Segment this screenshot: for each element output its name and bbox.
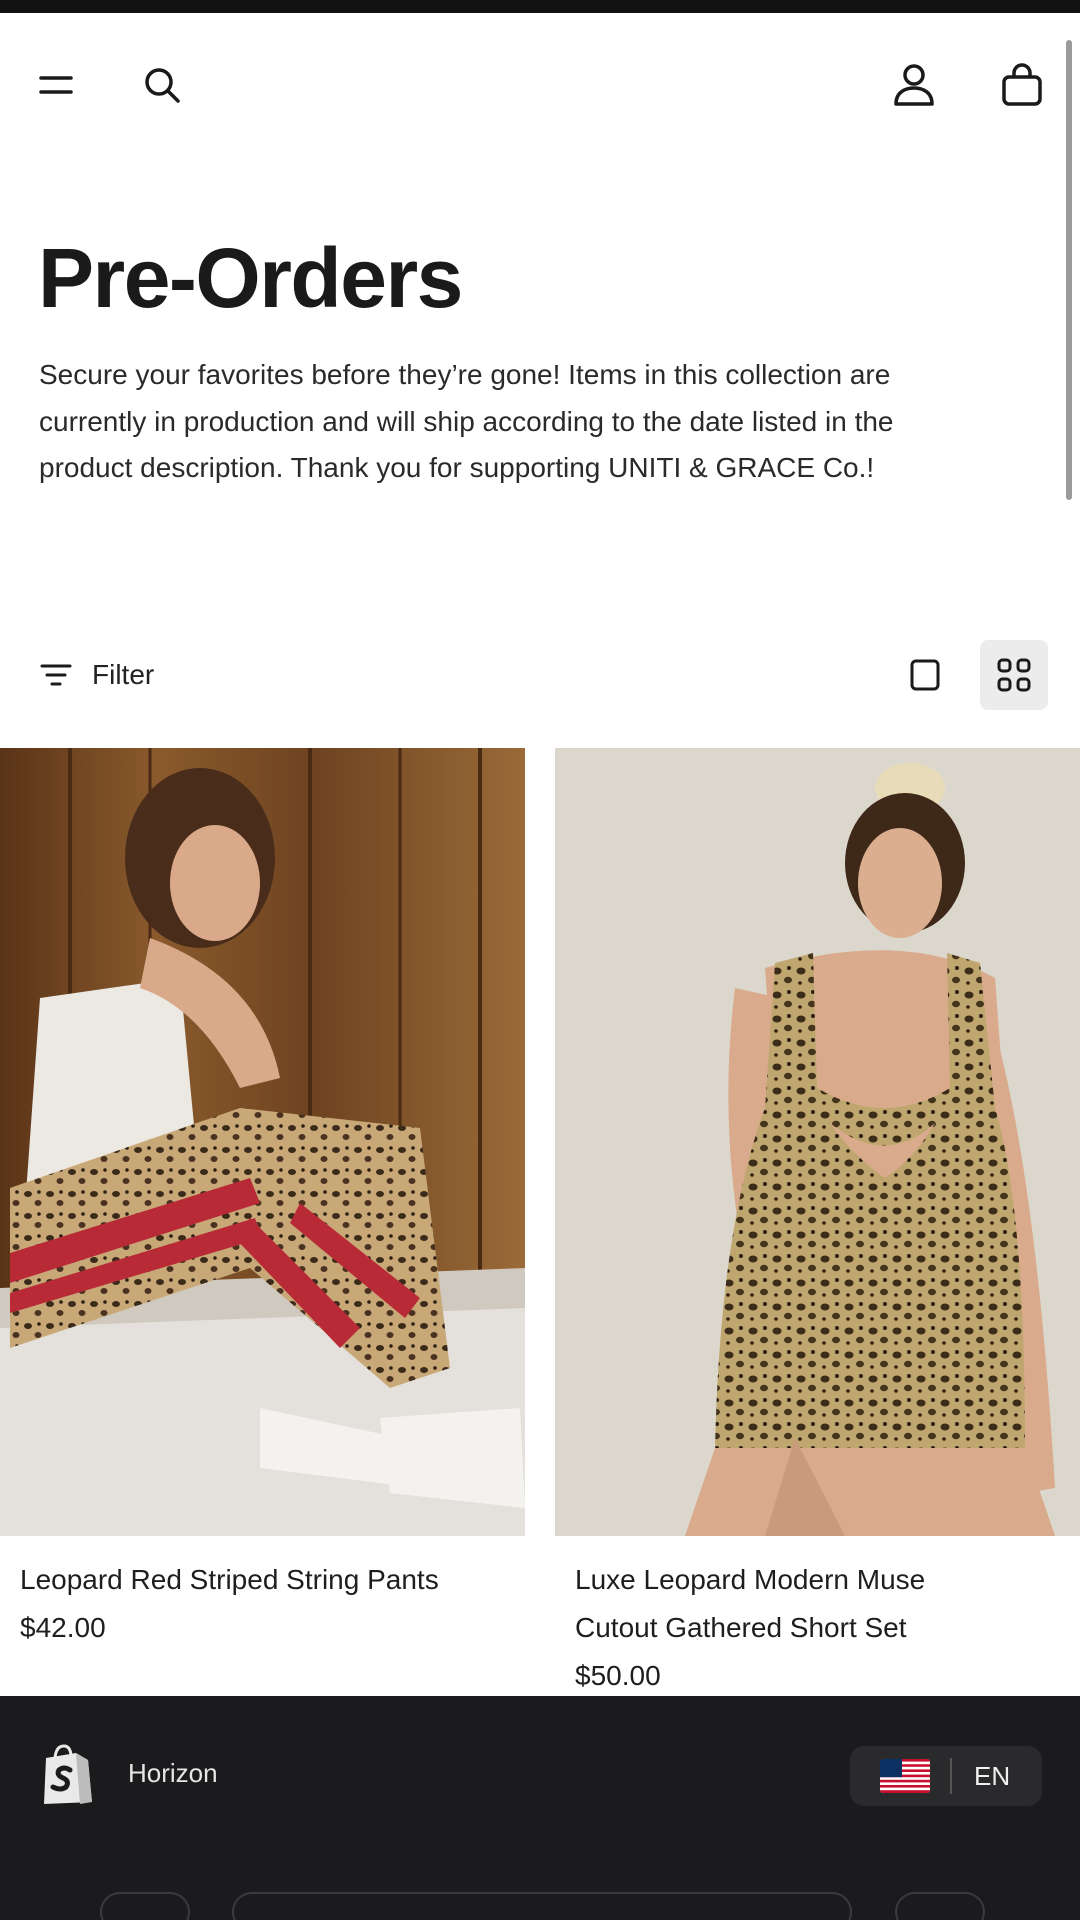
footer-control[interactable]	[232, 1892, 852, 1920]
footer-control[interactable]	[895, 1892, 985, 1920]
product-price: $42.00	[20, 1612, 106, 1643]
locale-code: EN	[974, 1760, 1011, 1791]
status-bar	[0, 0, 1080, 13]
product-image[interactable]	[0, 748, 525, 1536]
product-name[interactable]: Leopard Red Striped String Pants	[20, 1556, 439, 1604]
product-name-line-2[interactable]: Cutout Gathered Short Set	[575, 1604, 907, 1652]
account-icon	[894, 64, 934, 106]
product-card[interactable]: Leopard Red Striped String Pants $42.00	[0, 748, 525, 1643]
product-card[interactable]: Luxe Leopard Modern Muse Cutout Gathered…	[555, 748, 1080, 1691]
us-flag-icon	[880, 1759, 930, 1793]
product-photo-pants	[0, 748, 525, 1536]
shopify-bag-icon	[44, 1744, 92, 1804]
footer-control[interactable]	[100, 1892, 190, 1920]
product-price: $50.00	[575, 1660, 661, 1691]
menu-icon	[39, 76, 73, 94]
cart-button[interactable]	[990, 53, 1054, 117]
locale-selector[interactable]: EN	[850, 1746, 1042, 1806]
collection-toolbar: Filter	[0, 640, 1080, 710]
scrollbar-thumb[interactable]	[1066, 40, 1072, 500]
cart-icon	[1002, 63, 1042, 106]
product-name-line-1[interactable]: Luxe Leopard Modern Muse	[575, 1556, 925, 1604]
search-button[interactable]	[130, 53, 194, 117]
account-button[interactable]	[882, 53, 946, 117]
theme-preview-bar: Horizon EN	[0, 1696, 1080, 1920]
filter-icon	[40, 664, 72, 686]
menu-button[interactable]	[24, 53, 88, 117]
locale-divider	[950, 1758, 952, 1794]
page-title: Pre-Orders	[38, 231, 463, 325]
site-header	[0, 13, 1080, 138]
search-icon	[145, 68, 180, 103]
grid-icon	[997, 658, 1031, 692]
square-icon	[910, 659, 940, 691]
grid-view-button[interactable]	[980, 640, 1048, 710]
filter-label: Filter	[92, 659, 155, 690]
brand-name: Horizon	[128, 1758, 218, 1788]
filter-button[interactable]: Filter	[40, 650, 154, 700]
single-column-view-button[interactable]	[895, 640, 955, 710]
product-photo-short-set	[555, 748, 1080, 1536]
collection-description: Secure your favorites before they’re gon…	[39, 359, 894, 483]
product-image[interactable]	[555, 748, 1080, 1536]
